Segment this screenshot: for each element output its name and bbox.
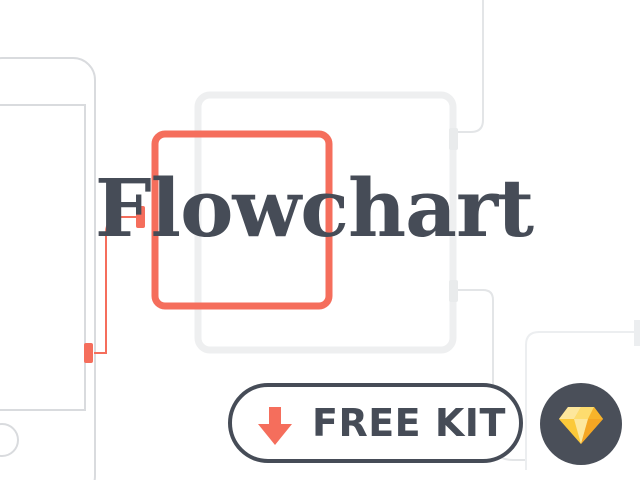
connector-plug-phone [84,343,93,363]
phone-screen [0,104,86,411]
ghost-connector-top [449,128,458,150]
sketch-badge [540,383,622,465]
wire-top-right [456,0,484,133]
free-kit-label: FREE KIT [312,401,506,445]
ghost-connector-bottom [449,280,458,302]
phone-outline [0,57,96,484]
download-arrow-icon [258,407,292,445]
sketch-diamond-icon [559,407,603,444]
hero-title: Flowchart [94,161,534,255]
phone-home-button [0,423,19,457]
free-kit-button[interactable]: FREE KIT [228,383,523,463]
ghost-connector-right [634,320,640,346]
